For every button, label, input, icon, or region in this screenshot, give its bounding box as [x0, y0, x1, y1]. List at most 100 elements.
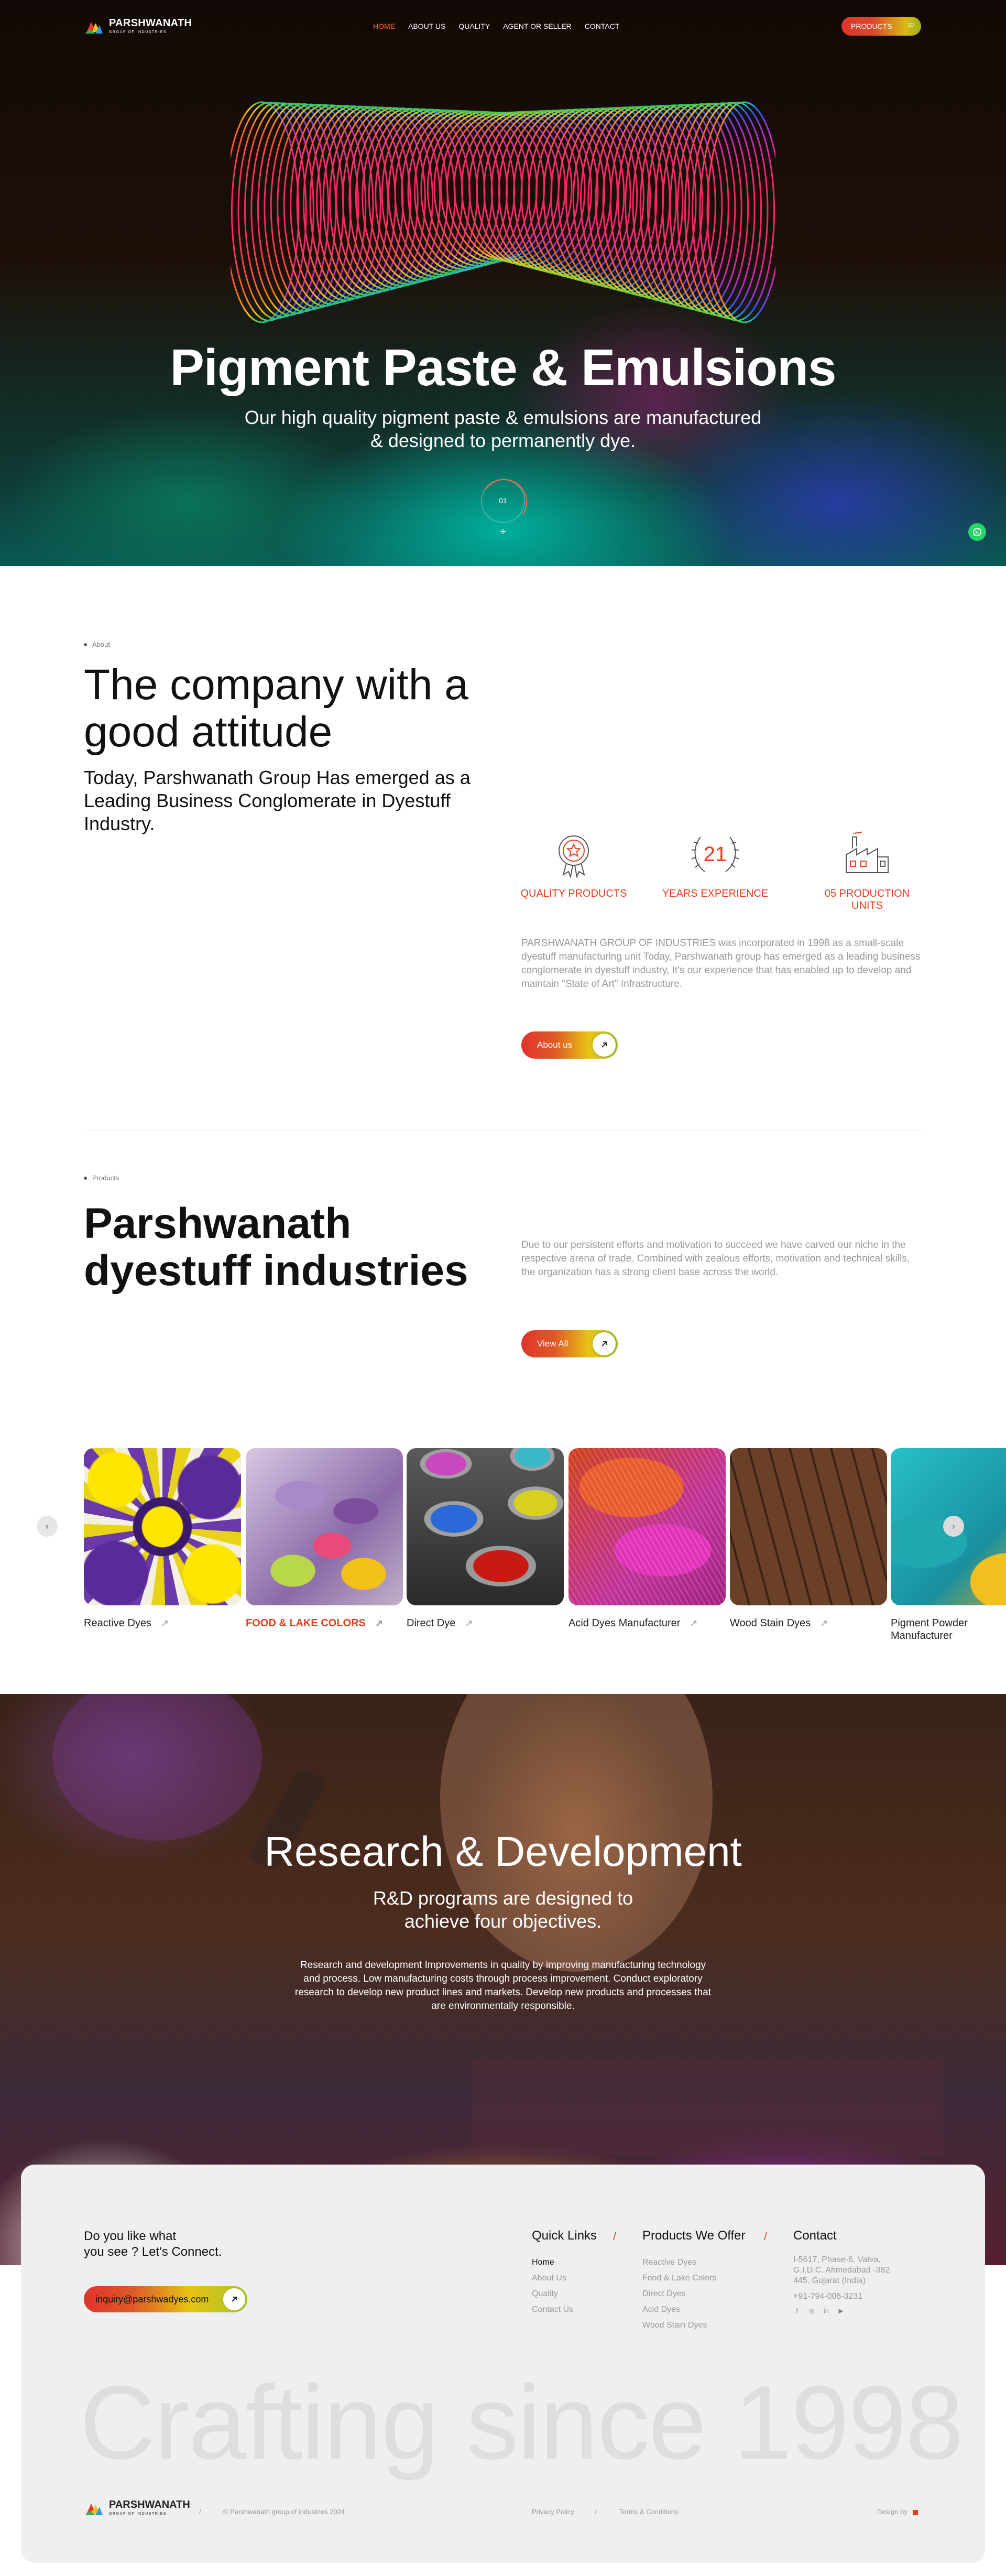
youtube-icon[interactable]: ▶	[837, 2307, 845, 2314]
footer-link-food-lake-colors[interactable]: Food & Lake Colors	[642, 2270, 746, 2286]
logo-icon	[85, 2504, 103, 2515]
product-card-pigment-powder[interactable]: Pigment Powder Manufacturer↗	[891, 1448, 1006, 1642]
macarons-image	[246, 1448, 403, 1605]
card-label: Wood Stain Dyes	[730, 1617, 811, 1629]
footer-link-about-us[interactable]: About Us	[532, 2270, 597, 2286]
designer-logo-icon	[912, 2509, 918, 2515]
about-title: The company with a good attitude	[84, 661, 468, 756]
footer-cta: Do you like what you see ? Let's Connect…	[84, 2229, 222, 2260]
footer-logo-tagline: GROUP OF INDUSTRIES	[109, 2512, 167, 2516]
award-icon	[559, 835, 589, 878]
stat-years-experience: 21 YEARS EXPERIENCE	[658, 828, 773, 900]
view-all-label: View All	[537, 1339, 568, 1349]
contact-title: Contact	[793, 2229, 837, 2243]
research-paragraph: Research and development Improvements in…	[294, 1960, 712, 2012]
slash-divider: /	[613, 2230, 617, 2243]
card-label: Pigment Powder Manufacturer	[891, 1617, 968, 1642]
hero-subtitle-line2: & designed to permanently dye.	[370, 430, 636, 451]
privacy-policy-link[interactable]: Privacy Policy	[532, 2508, 574, 2516]
linkedin-icon[interactable]: in	[823, 2307, 830, 2314]
stat-production-units: 05 PRODUCTION UNITS	[810, 828, 925, 912]
hero-title: Pigment Paste & Emulsions	[170, 339, 836, 396]
crafting-since-text: Crafting since 1998	[80, 2364, 964, 2481]
product-card-food-lake-colors[interactable]: FOOD & LAKE COLORS ↗	[246, 1448, 403, 1629]
copyright: © Parshwanath group of industries 2024	[223, 2508, 345, 2516]
product-card-reactive-dyes[interactable]: Reactive Dyes ↗	[84, 1448, 241, 1629]
hero-section: PARSHWANATH GROUP OF INDUSTRIES HOME ABO…	[0, 0, 1006, 566]
quick-links-column: Quick Links Home About Us Quality Contac…	[532, 2229, 597, 2318]
slash-divider: /	[764, 2230, 768, 2243]
facebook-icon[interactable]: f	[793, 2307, 801, 2314]
footer-link-home[interactable]: Home	[532, 2255, 597, 2270]
arrow-up-right-icon: ↗	[820, 1618, 828, 1628]
designed-by-label: Design by	[877, 2508, 907, 2516]
products-button-label: PRODUCTS	[851, 22, 892, 30]
products-count: 10	[907, 22, 914, 28]
about-eyebrow: About	[84, 640, 110, 648]
products-offer-title: Products We Offer	[642, 2229, 746, 2243]
footer-link-acid-dyes[interactable]: Acid Dyes	[642, 2302, 746, 2318]
about-paragraph: PARSHWANATH GROUP OF INDUSTRIES was inco…	[521, 938, 921, 990]
contact-address: I-5617, Phase-6, Vatva, G.I.D.C. Ahmedab…	[793, 2255, 890, 2285]
menu-quality[interactable]: QUALITY	[458, 22, 490, 30]
products-button[interactable]: PRODUCTS 10	[841, 17, 921, 36]
footer-link-wood-stain-dyes[interactable]: Wood Stain Dyes	[642, 2318, 746, 2333]
carousel-prev-button[interactable]: ‹	[37, 1516, 58, 1537]
research-subtitle: R&D programs are designed to achieve fou…	[0, 1887, 1006, 1933]
menu-about-us[interactable]: ABOUT US	[408, 22, 445, 30]
contact-column: Contact I-5617, Phase-6, Vatva, G.I.D.C.…	[793, 2229, 893, 2314]
hero-subtitle: Our high quality pigment paste & emulsio…	[0, 406, 1006, 452]
stat-label: YEARS EXPERIENCE	[662, 888, 769, 899]
menu-home[interactable]: HOME	[373, 22, 395, 30]
footer-link-contact-us[interactable]: Contact Us	[532, 2302, 597, 2318]
footer-link-reactive-dyes[interactable]: Reactive Dyes	[642, 2255, 746, 2270]
whatsapp-button[interactable]	[968, 523, 986, 541]
menu-agent-or-seller[interactable]: AGENT OR SELLER	[503, 22, 571, 30]
slash-divider: /	[595, 2508, 597, 2516]
instagram-icon[interactable]: ◎	[808, 2307, 815, 2314]
about-subtitle: Today, Parshwanath Group Has emerged as …	[84, 767, 471, 834]
footer-link-direct-dyes[interactable]: Direct Dyes	[642, 2286, 746, 2302]
research-title: Research & Development	[264, 1828, 742, 1875]
card-label: Acid Dyes Manufacturer	[568, 1617, 681, 1629]
rainbow-spring-image	[231, 101, 775, 323]
contact-phone[interactable]: +91-794-008-3231	[793, 2291, 893, 2302]
research-subtitle-line2: achieve four objectives.	[404, 1910, 602, 1932]
logo-tagline: GROUP OF INDUSTRIES	[109, 30, 167, 34]
slide-indicator[interactable]: 01	[481, 479, 525, 523]
chevron-right-icon: ›	[952, 1520, 955, 1531]
footer-link-quality[interactable]: Quality	[532, 2286, 597, 2302]
about-us-button[interactable]: About us	[521, 1031, 618, 1059]
product-card-wood-stain-dyes[interactable]: Wood Stain Dyes ↗	[730, 1448, 887, 1629]
logo[interactable]: PARSHWANATH GROUP OF INDUSTRIES	[84, 17, 192, 37]
social-links: f ◎ in ▶	[793, 2307, 893, 2314]
footer-logo[interactable]: PARSHWANATH GROUP OF INDUSTRIES	[84, 2499, 190, 2519]
product-card-acid-dyes[interactable]: Acid Dyes Manufacturer ↗	[568, 1448, 726, 1629]
slide-number: 01	[499, 496, 507, 505]
carousel-next-button[interactable]: ›	[943, 1516, 964, 1537]
years-number: 21	[704, 843, 727, 866]
arrow-up-right-icon: ↗	[465, 1618, 473, 1628]
products-paragraph: Due to our persistent efforts and motiva…	[521, 1240, 910, 1278]
email-address: inquiry@parshwadyes.com	[95, 2294, 209, 2305]
products-title: Parshwanath dyestuff industries	[84, 1200, 468, 1295]
footer-cta-line2: you see ? Let's Connect.	[84, 2245, 222, 2259]
terms-link[interactable]: Terms & Conditions	[619, 2508, 679, 2516]
logo-name: PARSHWANATH	[109, 17, 192, 29]
arrow-up-right-icon: ↗	[690, 1618, 698, 1628]
laurel-icon: 21	[691, 836, 739, 872]
designed-by[interactable]: Design by	[877, 2508, 918, 2516]
card-label: Reactive Dyes	[84, 1617, 151, 1629]
yarn-image	[568, 1448, 726, 1605]
view-all-button[interactable]: View All	[521, 1330, 618, 1357]
research-subtitle-line1: R&D programs are designed to	[373, 1887, 633, 1909]
scroll-plus-icon[interactable]: +	[498, 526, 508, 538]
menu-contact[interactable]: CONTACT	[585, 22, 620, 30]
wood-deck-image	[730, 1448, 887, 1605]
product-card-direct-dye[interactable]: Direct Dye ↗	[407, 1448, 564, 1629]
arrow-up-right-icon	[593, 1332, 616, 1355]
arrow-up-right-icon: ↗	[375, 1618, 383, 1628]
paint-cans-image	[407, 1448, 564, 1605]
email-button[interactable]: inquiry@parshwadyes.com	[84, 2286, 247, 2312]
stat-label: QUALITY PRODUCTS	[520, 888, 627, 899]
